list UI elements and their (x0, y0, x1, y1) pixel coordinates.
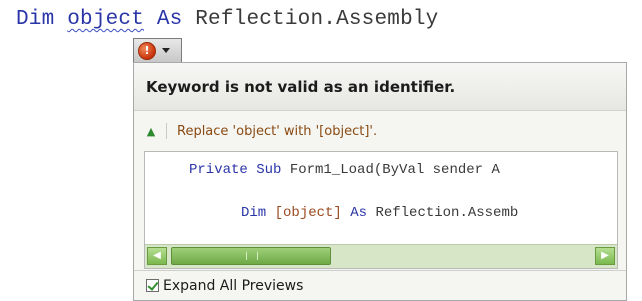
expand-previews-checkbox[interactable] (146, 279, 159, 292)
preview-signature: Form1_Load(ByVal sender A (289, 162, 500, 178)
code-identifier-error[interactable]: object (67, 8, 144, 31)
scroll-grip-icon (246, 252, 258, 260)
popup-title: Keyword is not valid as an identifier. (134, 63, 626, 111)
preview-line-1: Private Sub Form1_Load(ByVal sender A (189, 162, 500, 178)
preview-keyword-dim: Dim (241, 205, 275, 221)
fix-suggestion-label[interactable]: Replace 'object' with '[object]'. (177, 124, 377, 139)
error-icon: ! (138, 41, 156, 60)
horizontal-scrollbar[interactable]: ◀ ▶ (145, 244, 617, 268)
fix-separator (166, 123, 167, 139)
code-type-name: Reflection.Assembly (195, 8, 439, 31)
code-line: Dim object As Reflection.Assembly (16, 8, 439, 31)
code-keyword-as: As (144, 8, 196, 31)
expand-previews-label[interactable]: Expand All Previews (163, 278, 303, 294)
code-keyword-dim: Dim (16, 8, 68, 31)
fix-suggestion-row[interactable]: ▲ Replace 'object' with '[object]'. (142, 119, 377, 143)
preview-keyword-as: As (341, 205, 376, 221)
error-smart-tag-button[interactable]: ! (133, 38, 182, 63)
editor-stage: Dim object As Reflection.Assembly ! Keyw… (0, 0, 642, 301)
preview-line-2: Dim [object] As Reflection.Assemb (241, 205, 518, 221)
preview-fixed-identifier: [object] (274, 205, 342, 221)
error-correction-popup: Keyword is not valid as an identifier. ▲… (133, 62, 627, 301)
scroll-left-button[interactable]: ◀ (147, 247, 167, 265)
fix-icon: ▲ (146, 124, 156, 138)
preview-keyword-private-sub: Private Sub (189, 162, 290, 178)
code-preview: Private Sub Form1_Load(ByVal sender A Di… (144, 151, 618, 269)
scroll-thumb[interactable] (171, 247, 331, 265)
popup-footer: Expand All Previews (134, 270, 626, 300)
scroll-right-button[interactable]: ▶ (595, 247, 615, 265)
preview-type-name: Reflection.Assemb (375, 205, 519, 221)
chevron-down-icon (162, 48, 170, 53)
